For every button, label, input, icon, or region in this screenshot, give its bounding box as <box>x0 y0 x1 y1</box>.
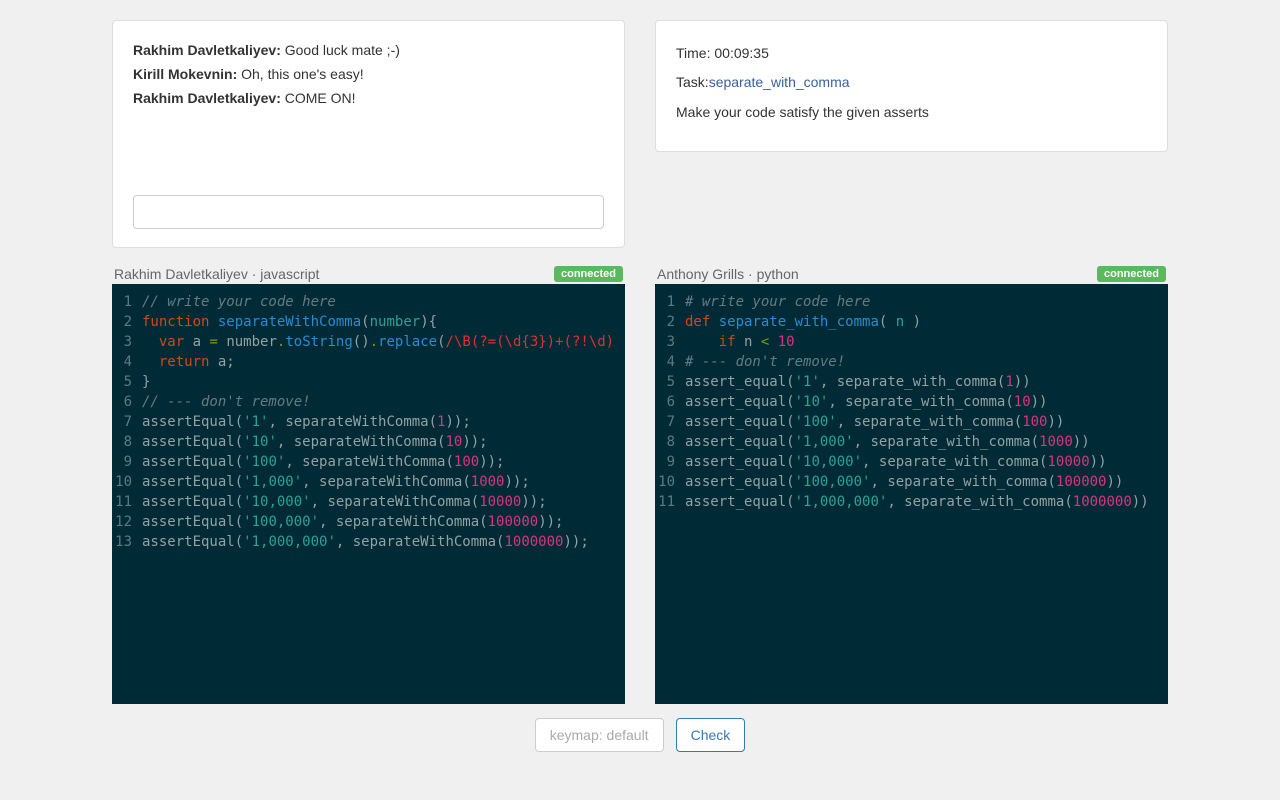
keymap-button[interactable]: keymap: default <box>535 718 664 752</box>
editor-right-pane: Anthony Grills · python connected 1# wri… <box>655 260 1168 704</box>
time-row: Time: 00:09:35 <box>676 39 1147 68</box>
chat-message: Kirill Mokevnin: Oh, this one's easy! <box>133 63 604 87</box>
chat-message: Rakhim Davletkaliyev: COME ON! <box>133 87 604 111</box>
chat-input[interactable] <box>133 195 604 229</box>
status-badge-left: connected <box>554 266 623 282</box>
time-label: Time: <box>676 45 714 61</box>
editor-left-pane: Rakhim Davletkaliyev · javascript connec… <box>112 260 625 704</box>
task-info-panel: Time: 00:09:35 Task:separate_with_comma … <box>655 20 1168 152</box>
chat-messages: Rakhim Davletkaliyev: Good luck mate ;-)… <box>133 39 604 110</box>
status-badge-right: connected <box>1097 266 1166 282</box>
task-instructions: Make your code satisfy the given asserts <box>676 98 1147 127</box>
chat-panel: Rakhim Davletkaliyev: Good luck mate ;-)… <box>112 20 625 248</box>
task-label: Task: <box>676 74 709 90</box>
code-editor-left[interactable]: 1// write your code here2function separa… <box>112 284 625 704</box>
editor-right-title: Anthony Grills · python <box>657 266 799 282</box>
task-link[interactable]: separate_with_comma <box>709 74 850 90</box>
chat-message: Rakhim Davletkaliyev: Good luck mate ;-) <box>133 39 604 63</box>
editor-left-title: Rakhim Davletkaliyev · javascript <box>114 266 319 282</box>
check-button[interactable]: Check <box>676 718 746 752</box>
code-editor-right[interactable]: 1# write your code here2def separate_wit… <box>655 284 1168 704</box>
task-row: Task:separate_with_comma <box>676 68 1147 97</box>
time-value: 00:09:35 <box>714 45 769 61</box>
